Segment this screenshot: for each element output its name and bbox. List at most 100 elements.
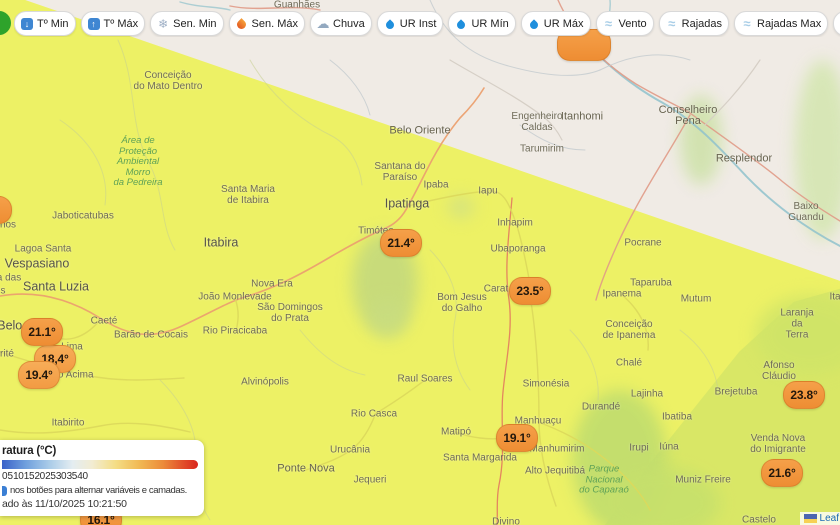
forest-patch: [368, 298, 408, 338]
toolbar-button-label: Tº Máx: [103, 17, 139, 30]
city-label: Ipanema: [602, 288, 642, 300]
city-label: Chalé: [615, 357, 643, 369]
city-label: Pocrane: [624, 237, 662, 249]
legend-hint: nos botões para alternar variáveis e cam…: [2, 485, 198, 496]
city-label: Baixo Guandu: [788, 201, 824, 223]
city-label: Nova Era: [251, 278, 293, 290]
city-label: Belo Oriente: [389, 124, 451, 137]
city-label: Iapu: [478, 185, 498, 197]
city-label: Itabira: [203, 235, 239, 250]
droplet-icon: [384, 18, 396, 30]
city-label: Taparuba: [630, 277, 672, 289]
temp-marker[interactable]: 23.5°: [509, 277, 551, 305]
toolbar-button-label: Rajadas Max: [757, 17, 822, 30]
forest-patch: [600, 468, 720, 525]
city-label: Lajinha: [630, 388, 664, 400]
toolbar-button-pressao[interactable]: Pre: [833, 11, 840, 36]
city-label: São Domingos do Prata: [257, 302, 323, 324]
legend-updated-timestamp: ado às 11/10/2025 10:21:50: [2, 498, 127, 510]
city-label: Iúna: [659, 441, 679, 453]
forest-patch: [795, 60, 840, 240]
city-label: João Monlevade: [198, 291, 272, 303]
city-label: Alvinópolis: [241, 376, 289, 388]
city-label: Ipaba: [423, 179, 449, 191]
temp-marker[interactable]: 23.8°: [783, 381, 825, 409]
leaflet-link[interactable]: Leaf: [820, 513, 839, 524]
droplet-icon: [528, 18, 540, 30]
legend-panel: ratura (°C) 0 5 10 15 20 25 30 35 40 nos…: [0, 440, 204, 516]
city-label: Muniz Freire: [675, 474, 731, 486]
toolbar-button-label: UR Máx: [543, 17, 584, 30]
temp-marker[interactable]: 21.4°: [380, 229, 422, 257]
city-label: a das: [0, 272, 22, 284]
temp-marker[interactable]: 19.1°: [496, 424, 538, 452]
legend-gradient-bar: [2, 460, 198, 469]
city-label: Jaboticatubas: [52, 210, 114, 222]
ukraine-flag-icon: [803, 514, 817, 523]
toolbar-button-chuva[interactable]: Chuva: [310, 11, 372, 36]
toolbar-button-rajadas-max[interactable]: Rajadas Max: [734, 11, 829, 36]
temp-marker[interactable]: 19.4°: [18, 361, 60, 389]
toolbar-button-rajadas[interactable]: Rajadas: [658, 11, 729, 36]
city-label: Itanhomi: [560, 110, 604, 123]
city-label: Santa Margarida: [443, 452, 517, 464]
city-label: Conceição de Ipanema: [602, 319, 656, 341]
toolbar-button-sen-max[interactable]: Sen. Máx: [228, 11, 305, 36]
green-circle-button[interactable]: [0, 11, 11, 35]
city-label: Engenheiro Caldas: [511, 111, 563, 133]
toolbar-button-label: Sen. Min: [173, 17, 217, 30]
city-label: Laranja da Terra: [780, 307, 814, 341]
city-label: Ita: [829, 291, 840, 303]
toolbar-button-ur-min[interactable]: UR Mín: [448, 11, 516, 36]
cloud-icon: [317, 18, 329, 30]
info-icon: [2, 485, 7, 496]
layer-toolbar: Tº Min Tº Máx Sen. Min Sen. Máx Chuva UR Inst…: [14, 11, 840, 37]
temp-min-icon: [21, 17, 33, 30]
temp-max-icon: [87, 17, 100, 30]
protected-area-label: Área de Proteção Ambiental Morro da Pedr…: [113, 134, 163, 188]
partial-temp-marker[interactable]: [0, 196, 12, 224]
city-label: Rio Casca: [350, 408, 398, 420]
city-label: Manhumirim: [529, 443, 585, 455]
city-label: Caeté: [90, 315, 118, 327]
city-label: Urucânia: [329, 444, 371, 456]
city-label: Guanhães: [273, 0, 321, 11]
temp-marker[interactable]: 21.1°: [21, 318, 63, 346]
city-label: Tarumirim: [520, 143, 564, 155]
snowflake-icon: [157, 18, 169, 30]
city-label: Conceição do Mato Dentro: [133, 70, 203, 92]
city-label: Santa Luzia: [22, 279, 90, 294]
city-label: Brejetuba: [714, 386, 758, 398]
toolbar-button-ur-inst[interactable]: UR Inst: [376, 11, 444, 36]
city-label: Durandé: [581, 401, 621, 413]
city-label: Ubaporanga: [490, 243, 546, 255]
temp-marker[interactable]: 21.6°: [761, 459, 803, 487]
city-label: rité: [0, 348, 14, 360]
toolbar-button-sen-min[interactable]: Sen. Min: [150, 11, 224, 36]
city-label: Conselheiro Pena: [658, 104, 718, 127]
city-label: Afonso Cláudio: [762, 360, 796, 382]
protected-area-label: Parque Nacional do Caparaó: [579, 463, 629, 496]
weather-map-app: Guanhães Conceição do Mato Dentro Santa Ma…: [0, 0, 840, 525]
city-label: Inhapim: [497, 217, 533, 229]
forest-patch: [572, 390, 667, 525]
city-label: Castelo: [742, 514, 776, 525]
toolbar-button-ur-max[interactable]: UR Máx: [520, 11, 591, 36]
city-label: Alto Jequitibá: [524, 465, 586, 477]
city-label: Santana do Paraíso: [374, 161, 426, 183]
toolbar-button-vento[interactable]: Vento: [595, 11, 654, 36]
toolbar-button-temp-min[interactable]: Tº Min: [14, 11, 76, 36]
city-label: Ponte Nova: [277, 462, 335, 475]
city-label: Matipó: [440, 426, 472, 438]
droplet-icon: [455, 18, 467, 30]
city-label: Jequeri: [353, 474, 387, 486]
city-label: Itabirito: [51, 417, 85, 429]
city-label: Venda Nova do Imigrante: [750, 433, 806, 455]
toolbar-button-label: UR Mín: [471, 17, 509, 30]
city-label: Santa Maria de Itabira: [221, 184, 275, 206]
toolbar-button-temp-max[interactable]: Tº Máx: [80, 11, 146, 36]
wind-icon: [603, 18, 615, 30]
toolbar-button-label: Tº Min: [37, 17, 69, 30]
forest-patch: [448, 196, 474, 218]
city-label: Ibatiba: [661, 411, 693, 423]
